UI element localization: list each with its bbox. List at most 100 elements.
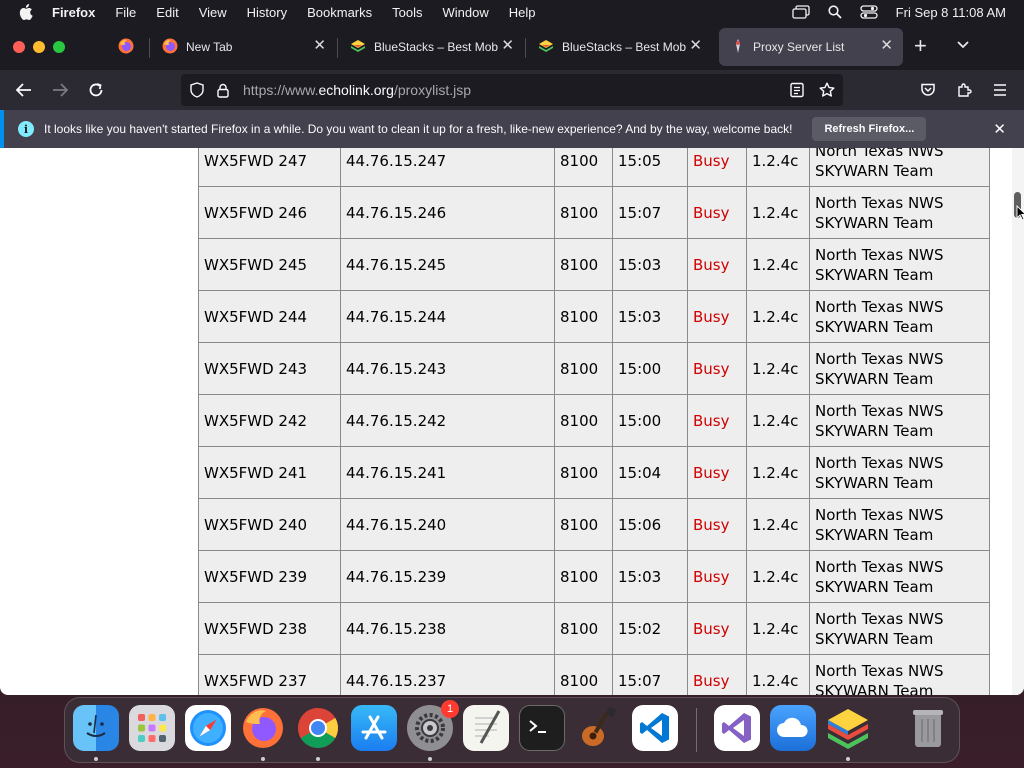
cell-status: Busy [687, 498, 747, 551]
extensions-puzzle-icon[interactable] [954, 80, 974, 100]
safari-icon[interactable] [185, 705, 231, 751]
chrome-icon[interactable] [295, 705, 341, 751]
icloud-icon[interactable] [770, 705, 816, 751]
window-minimize-button[interactable] [33, 41, 45, 53]
apple-menu-icon[interactable] [0, 4, 52, 20]
cell-ip-address: 44.76.15.242 [340, 394, 555, 447]
notification-close-icon[interactable]: ✕ [993, 120, 1006, 138]
menubar-clock[interactable]: Fri Sep 8 11:08 AM [896, 5, 1006, 20]
menu-history[interactable]: History [237, 5, 297, 20]
lock-icon[interactable] [215, 82, 231, 98]
bluestacks-icon[interactable] [825, 705, 871, 751]
textedit-icon[interactable] [463, 705, 509, 751]
bookmark-star-icon[interactable] [819, 82, 835, 103]
spotlight-search-icon[interactable] [828, 5, 842, 19]
cell-version: 1.2.4c [746, 498, 810, 551]
back-arrow-icon[interactable] [14, 80, 34, 100]
tab-close-icon[interactable]: ✕ [880, 38, 893, 53]
tab-bluestacks-1[interactable]: BlueStacks – Best Mobile ✕ [338, 28, 524, 66]
running-indicator [261, 757, 265, 761]
reader-view-icon[interactable] [789, 82, 805, 103]
cell-port: 8100 [554, 602, 613, 655]
refresh-firefox-button[interactable]: Refresh Firefox... [812, 117, 927, 141]
vscode-icon[interactable] [632, 705, 678, 751]
control-center-icon[interactable] [860, 5, 878, 19]
cell-callsign: WX5FWD 241 [198, 446, 341, 499]
new-tab-plus-icon[interactable]: + [914, 35, 927, 57]
tab-title: New Tab [186, 40, 233, 54]
cell-time: 15:05 [612, 148, 688, 187]
terminal-icon[interactable] [519, 705, 565, 751]
menu-file[interactable]: File [105, 5, 146, 20]
tab-close-icon[interactable]: ✕ [689, 38, 702, 53]
menu-bookmarks[interactable]: Bookmarks [297, 5, 382, 20]
tracking-protection-shield-icon[interactable] [189, 82, 205, 98]
tab-new-tab[interactable]: New Tab ✕ [150, 28, 336, 66]
menu-help[interactable]: Help [499, 5, 546, 20]
tab-title: Proxy Server List [753, 40, 845, 54]
firefox-window: New Tab ✕ BlueStacks – Best Mobile ✕ Blu… [0, 24, 1024, 695]
cell-port: 8100 [554, 550, 613, 603]
cell-port: 8100 [554, 290, 613, 343]
notification-message: It looks like you haven't started Firefo… [44, 122, 793, 136]
cell-port: 8100 [554, 148, 613, 187]
cell-callsign: WX5FWD 238 [198, 602, 341, 655]
cell-time: 15:04 [612, 446, 688, 499]
tab-close-icon[interactable]: ✕ [313, 38, 326, 53]
notification-badge: 1 [441, 700, 459, 718]
mouse-pointer-icon [1016, 204, 1024, 226]
window-zoom-button[interactable] [53, 41, 65, 53]
table-row: WX5FWD 238 44.76.15.238 8100 15:02 Busy 1.2.4… [198, 602, 990, 655]
launchpad-icon[interactable] [129, 705, 175, 751]
cell-callsign: WX5FWD 245 [198, 238, 341, 291]
tab-proxy-server-list[interactable]: Proxy Server List ✕ [719, 28, 903, 66]
firefox-icon[interactable] [240, 705, 286, 751]
table-row: WX5FWD 245 44.76.15.245 8100 15:03 Busy 1.2.4… [198, 238, 990, 291]
menu-window[interactable]: Window [433, 5, 499, 20]
menu-app-name[interactable]: Firefox [52, 5, 105, 20]
trash-icon[interactable] [905, 705, 951, 751]
garageband-icon[interactable] [575, 705, 621, 751]
address-bar[interactable]: https://www.echolink.org/proxylist.jsp [181, 74, 843, 106]
tab-close-icon[interactable]: ✕ [501, 38, 514, 53]
cell-version: 1.2.4c [746, 148, 810, 187]
menu-view[interactable]: View [189, 5, 237, 20]
table-row: WX5FWD 240 44.76.15.240 8100 15:06 Busy 1.2.4… [198, 498, 990, 551]
screen-mirroring-icon[interactable] [792, 5, 810, 19]
firefox-icon [118, 38, 134, 57]
cell-time: 15:03 [612, 550, 688, 603]
cell-time: 15:07 [612, 654, 688, 695]
refresh-firefox-notification: i It looks like you haven't started Fire… [0, 110, 1024, 148]
cell-owner: North Texas NWS SKYWARN Team [809, 654, 990, 695]
table-row: WX5FWD 237 44.76.15.237 8100 15:07 Busy 1.2.4… [198, 654, 990, 695]
dock-separator [696, 708, 697, 752]
forward-arrow-icon[interactable] [50, 80, 70, 100]
cell-version: 1.2.4c [746, 654, 810, 695]
finder-icon[interactable] [73, 705, 119, 751]
menu-tools[interactable]: Tools [382, 5, 432, 20]
cell-status: Busy [687, 186, 747, 239]
tab-title: BlueStacks – Best Mobile [562, 40, 686, 54]
echolink-icon [731, 38, 745, 57]
app-store-icon[interactable] [351, 705, 397, 751]
tab-bluestacks-2[interactable]: BlueStacks – Best Mobile ✕ [526, 28, 712, 66]
table-row: WX5FWD 241 44.76.15.241 8100 15:04 Busy 1.2.4… [198, 446, 990, 499]
pinned-tab[interactable] [106, 28, 146, 66]
cell-version: 1.2.4c [746, 342, 810, 395]
cell-version: 1.2.4c [746, 602, 810, 655]
cell-time: 15:06 [612, 498, 688, 551]
cell-callsign: WX5FWD 242 [198, 394, 341, 447]
reload-icon[interactable] [86, 80, 106, 100]
hamburger-menu-icon[interactable] [990, 80, 1010, 100]
menu-edit[interactable]: Edit [146, 5, 188, 20]
macos-dock: 1 [64, 697, 960, 763]
pocket-icon[interactable] [918, 80, 938, 100]
page-scrollbar[interactable] [1012, 148, 1024, 695]
window-close-button[interactable] [13, 41, 25, 53]
cell-owner: North Texas NWS SKYWARN Team [809, 290, 990, 343]
visual-studio-icon[interactable] [714, 705, 760, 751]
proxy-server-table: WX5FWD 247 44.76.15.247 8100 15:05 Busy 1.2.4… [198, 148, 990, 695]
cell-time: 15:00 [612, 342, 688, 395]
cell-owner: North Texas NWS SKYWARN Team [809, 602, 990, 655]
list-all-tabs-chevron-icon[interactable] [956, 38, 970, 57]
